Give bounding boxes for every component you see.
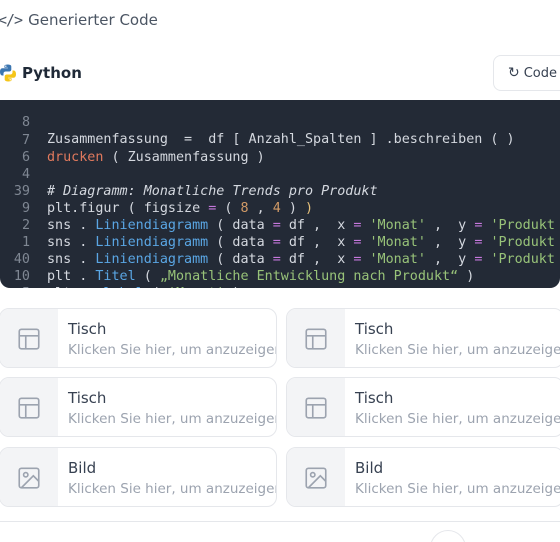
language-label-row: Python	[0, 60, 82, 86]
scroll-button[interactable]	[430, 530, 466, 542]
code-block[interactable]: 8 Zusammenfassung = df [ Anzahl_Spalten …	[0, 100, 560, 288]
code-line: 6	[0, 132, 32, 165]
card-title: Tisch	[355, 389, 394, 407]
card-icon-box	[287, 309, 345, 367]
table-card[interactable]: Tisch Klicken Sie hier, um anzuzeigen	[0, 308, 277, 368]
card-icon-box	[287, 448, 345, 506]
code-comment: # Diagramm: Monatliche Trends pro Produk…	[47, 184, 378, 199]
generated-code-header: </> Generierter Code	[0, 8, 158, 32]
code-line: 39 plt.figur ( figsize = ( 8 , 4 ) )	[0, 166, 313, 216]
header-title: Generierter Code	[28, 11, 158, 29]
code-line: 10 plt . xlabel ( 'Monat' )	[0, 251, 241, 288]
table-icon	[18, 397, 40, 419]
card-subtitle: Klicken Sie hier, um anzuzeigen	[355, 342, 560, 358]
code-text: plt . xlabel ( 'Monat' )	[47, 285, 241, 288]
code-text: Zusammenfassung = df [ Anzahl_Spalten ] …	[47, 132, 515, 147]
copy-code-button[interactable]: ↻ Code	[493, 55, 560, 91]
image-icon	[18, 467, 40, 489]
copy-button-label: Code	[523, 65, 558, 81]
table-icon	[18, 328, 40, 350]
code-line: 11 plt . zeigen ( )	[0, 285, 32, 288]
card-subtitle: Klicken Sie hier, um anzuzeigen	[68, 411, 277, 427]
card-subtitle: Klicken Sie hier, um anzuzeigen	[355, 481, 560, 497]
card-title: Tisch	[68, 389, 107, 407]
table-icon	[305, 397, 327, 419]
code-line: 8 Zusammenfassung = df [ Anzahl_Spalten …	[0, 100, 515, 147]
code-line: 4 # Diagramm: Monatliche Trends pro Prod…	[0, 149, 378, 199]
card-title: Bild	[355, 459, 384, 477]
code-text: sns . Liniendiagramm ( data = df , x = '…	[47, 252, 555, 267]
card-icon-box	[287, 378, 345, 436]
refresh-icon: ↻	[508, 65, 520, 81]
image-icon	[305, 467, 327, 489]
python-logo-icon	[0, 64, 16, 82]
table-card[interactable]: Tisch Klicken Sie hier, um anzuzeigen	[0, 377, 277, 437]
divider	[0, 521, 560, 522]
card-title: Tisch	[355, 320, 394, 338]
code-text: plt.figur ( figsize = ( 8 , 4 ) )	[47, 201, 314, 216]
code-text: drucken ( Zusammenfassung )	[47, 150, 265, 165]
code-line: 7 drucken ( Zusammenfassung )	[0, 115, 265, 165]
language-label: Python	[22, 64, 82, 82]
code-line: 40 plt . Titel ( „Monatliche Entwicklung…	[0, 234, 474, 284]
card-icon-box	[0, 309, 58, 367]
table-icon	[305, 328, 327, 350]
code-line: 2 sns . Liniendiagramm ( data = df , x =…	[0, 200, 555, 250]
table-card[interactable]: Tisch Klicken Sie hier, um anzuzeigen	[286, 377, 560, 437]
card-subtitle: Klicken Sie hier, um anzuzeigen	[68, 342, 277, 358]
card-title: Bild	[68, 459, 97, 477]
image-card[interactable]: Bild Klicken Sie hier, um anzuzeigen	[0, 447, 277, 507]
code-line: 9 sns . Liniendiagramm ( data = df , x =…	[0, 183, 555, 233]
table-card[interactable]: Tisch Klicken Sie hier, um anzuzeigen	[286, 308, 560, 368]
card-icon-box	[0, 378, 58, 436]
code-text: sns . Liniendiagramm ( data = df , x = '…	[47, 218, 555, 233]
code-brackets-icon: </>	[0, 11, 23, 29]
card-title: Tisch	[68, 320, 107, 338]
card-subtitle: Klicken Sie hier, um anzuzeigen	[68, 481, 277, 497]
code-text: plt . Titel ( „Monatliche Entwicklung na…	[47, 269, 475, 284]
card-icon-box	[0, 448, 58, 506]
code-text: sns . Liniendiagramm ( data = df , x = '…	[47, 235, 555, 250]
code-line: 5 plt . ylabel ( 'Verkäufe' )	[0, 268, 32, 288]
code-line: 1 sns . Liniendiagramm ( data = df , x =…	[0, 217, 555, 267]
image-card[interactable]: Bild Klicken Sie hier, um anzuzeigen	[286, 447, 560, 507]
card-subtitle: Klicken Sie hier, um anzuzeigen	[355, 411, 560, 427]
